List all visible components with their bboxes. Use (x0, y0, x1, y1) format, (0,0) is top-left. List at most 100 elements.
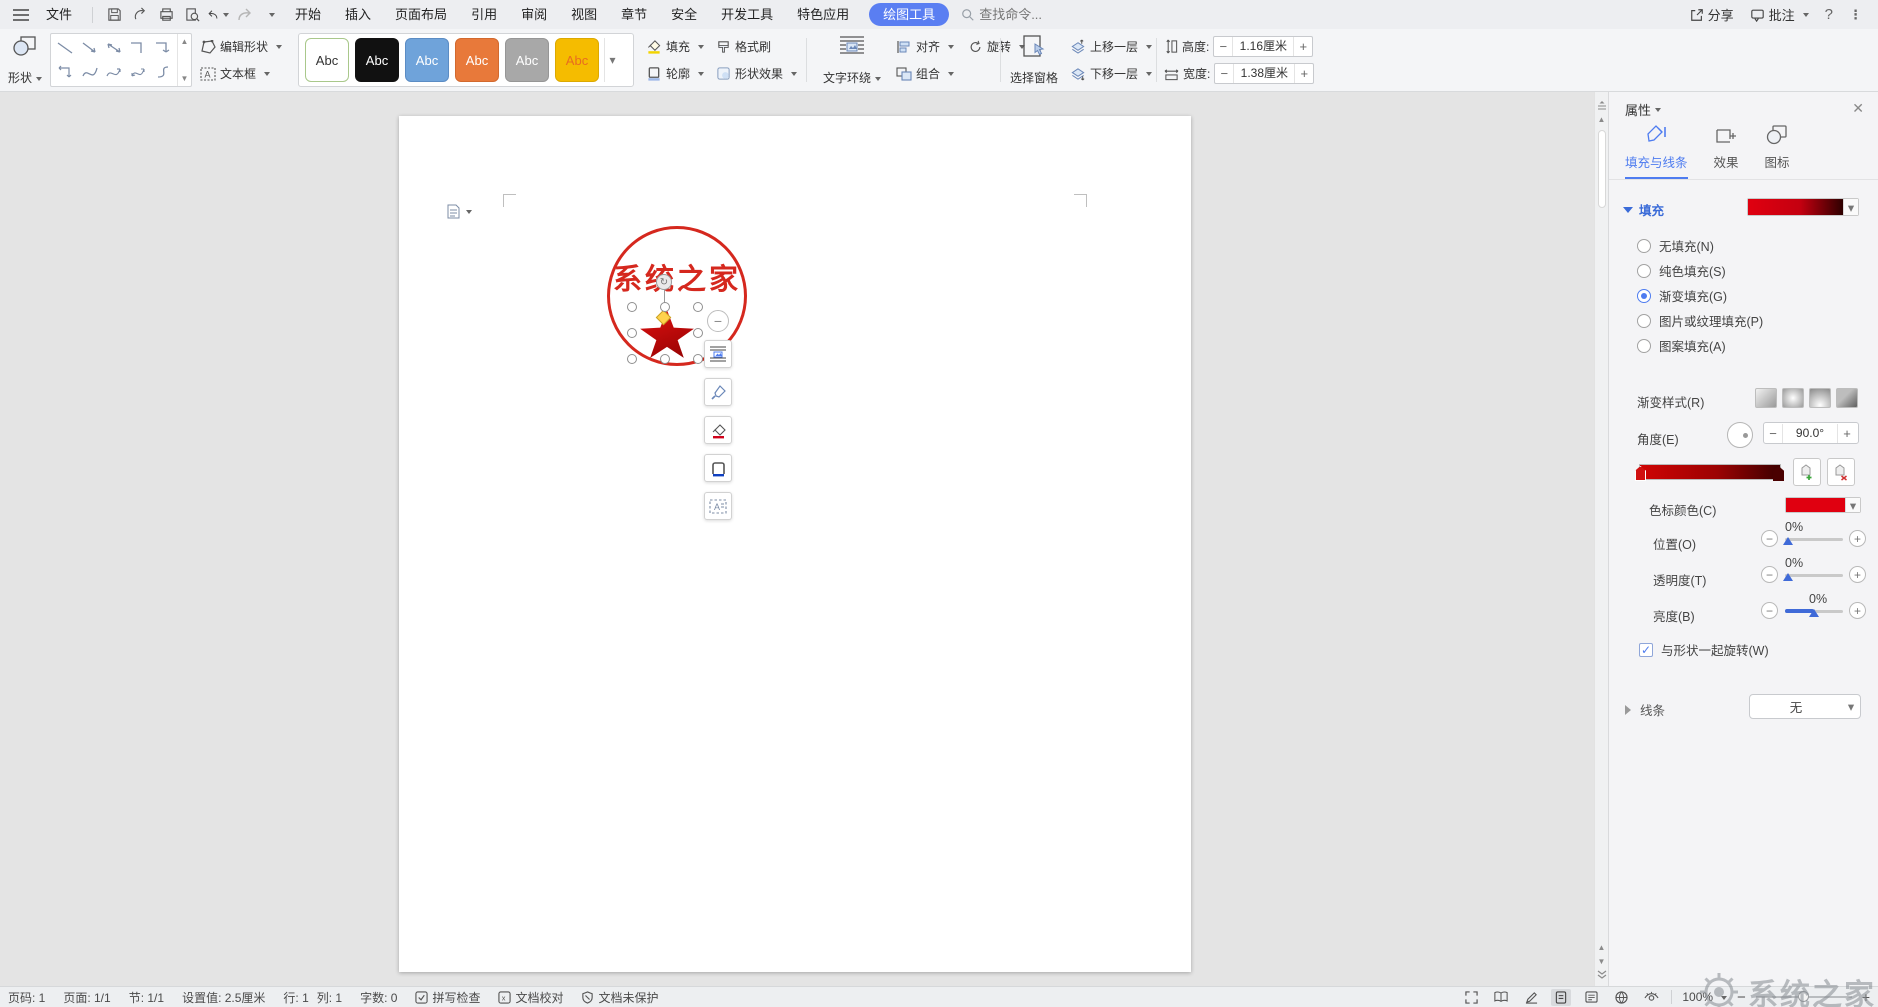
tab-drawing-tools-active[interactable]: 绘图工具 (869, 3, 949, 26)
angle-increase-button[interactable]: + (1838, 424, 1856, 443)
height-value[interactable]: 1.16厘米 (1232, 37, 1294, 56)
fill-section-header[interactable]: 填充 (1623, 200, 1664, 219)
save-icon[interactable] (103, 5, 125, 25)
status-line[interactable]: 行: 1 (283, 989, 308, 1006)
export-icon[interactable] (129, 5, 151, 25)
close-icon[interactable]: ✕ (1852, 100, 1864, 117)
quick-style-button[interactable] (704, 378, 732, 406)
gallery-scroll-down-icon[interactable]: ▼ (181, 74, 189, 83)
scroll-up-icon[interactable]: ▲ (1596, 112, 1608, 126)
ribbon-collapse-icon[interactable] (1596, 98, 1608, 112)
send-backward-button[interactable]: 下移一层 (1070, 62, 1152, 85)
shape-elbow-double-thumb[interactable] (53, 60, 77, 84)
remove-gradient-stop-button[interactable] (1827, 458, 1855, 486)
scrollbar-thumb[interactable] (1598, 130, 1606, 208)
width-increase-button[interactable]: + (1295, 64, 1313, 83)
print-preview-icon[interactable] (181, 5, 203, 25)
gradient-style-rect[interactable] (1809, 388, 1831, 408)
quick-textbox-button[interactable]: A (704, 492, 732, 520)
add-gradient-stop-button[interactable] (1793, 458, 1821, 486)
transparency-decrease-button[interactable]: − (1761, 566, 1778, 583)
more-icon[interactable]: ⋮ (1849, 7, 1862, 23)
line-section-header[interactable]: 线条 (1623, 700, 1665, 719)
tab-home[interactable]: 开始 (283, 0, 333, 29)
position-increase-button[interactable]: + (1849, 530, 1866, 547)
shape-arrow-thumb[interactable] (77, 36, 101, 60)
zoom-level[interactable]: 100% (1682, 990, 1727, 1004)
shape-double-arrow-thumb[interactable] (102, 36, 126, 60)
tab-section[interactable]: 章节 (609, 0, 659, 29)
position-decrease-button[interactable]: − (1761, 530, 1778, 547)
share-button[interactable]: 分享 (1690, 5, 1734, 24)
print-icon[interactable] (155, 5, 177, 25)
status-section[interactable]: 节: 1/1 (129, 989, 164, 1006)
fill-button[interactable]: 填充 (646, 35, 704, 58)
height-decrease-button[interactable]: − (1214, 37, 1232, 56)
radio-no-fill[interactable]: 无填充(N) (1637, 236, 1714, 255)
radio-picture-fill[interactable]: 图片或纹理填充(P) (1637, 311, 1763, 330)
collapse-mini-toolbar-button[interactable]: − (707, 310, 729, 332)
angle-value[interactable]: 90.0° (1782, 424, 1838, 443)
tab-dev-tools[interactable]: 开发工具 (709, 0, 785, 29)
status-page-number[interactable]: 页码: 1 (8, 989, 45, 1006)
undo-caret[interactable] (223, 13, 229, 20)
format-painter-button[interactable]: 格式刷 (716, 35, 797, 58)
resize-handle-n[interactable] (660, 302, 670, 312)
radio-gradient-fill[interactable]: 渐变填充(G) (1637, 286, 1727, 305)
outline-button[interactable]: 轮廓 (646, 62, 704, 85)
stop-color-swatch[interactable]: ▾ (1785, 497, 1861, 513)
edit-shape-button[interactable]: 编辑形状 (200, 35, 282, 58)
width-value[interactable]: 1.38厘米 (1233, 64, 1295, 83)
rotate-with-shape-checkbox[interactable]: ✓ 与形状一起旋转(W) (1639, 640, 1769, 659)
radio-pattern-fill[interactable]: 图案填充(A) (1637, 336, 1726, 355)
file-menu[interactable]: 文件 (34, 0, 84, 29)
shape-s-curve-thumb[interactable] (151, 60, 175, 84)
text-box-button[interactable]: A 文本框 (200, 62, 282, 85)
resize-handle-e[interactable] (693, 328, 703, 338)
resize-handle-s[interactable] (660, 354, 670, 364)
align-button[interactable]: 对齐 (896, 35, 954, 58)
shape-line-thumb[interactable] (53, 36, 77, 60)
tab-security[interactable]: 安全 (659, 0, 709, 29)
book-view-icon[interactable] (1491, 989, 1511, 1006)
width-decrease-button[interactable]: − (1215, 64, 1233, 83)
tab-references[interactable]: 引用 (459, 0, 509, 29)
shape-elbow-thumb[interactable] (126, 36, 150, 60)
shape-curve-arrow-thumb[interactable] (102, 60, 126, 84)
zoom-slider[interactable] (1756, 996, 1852, 998)
panel-title[interactable]: 属性 (1625, 100, 1661, 119)
gallery-scroll-up-icon[interactable]: ▲ (181, 37, 189, 46)
customize-qat-icon[interactable] (259, 5, 281, 25)
bring-forward-button[interactable]: 上移一层 (1070, 35, 1152, 58)
selection-pane-button[interactable]: 选择窗格 (1006, 34, 1062, 86)
stop-color-dropdown-icon[interactable]: ▾ (1845, 498, 1860, 512)
shape-curve-thumb[interactable] (77, 60, 101, 84)
shape-effects-button[interactable]: 形状效果 (716, 62, 797, 85)
resize-handle-ne[interactable] (693, 302, 703, 312)
rotate-handle[interactable]: ↻ (656, 274, 672, 290)
shapes-button[interactable]: 形状 (8, 34, 42, 86)
eye-icon[interactable] (1641, 989, 1661, 1006)
style-swatch-2[interactable]: Abc (355, 38, 399, 82)
fill-color-swatch[interactable]: ▾ (1747, 198, 1859, 216)
comment-button[interactable]: 批注 (1750, 5, 1809, 24)
quick-fill-button[interactable] (704, 416, 732, 444)
line-style-dropdown[interactable]: 无 ▾ (1749, 694, 1861, 719)
status-word-count[interactable]: 字数: 0 (360, 989, 397, 1006)
spell-check-button[interactable]: 拼写检查 (415, 989, 480, 1006)
brightness-decrease-button[interactable]: − (1761, 602, 1778, 619)
fullscreen-icon[interactable] (1461, 989, 1481, 1006)
tab-fill-and-line[interactable]: 填充与线条 (1625, 122, 1688, 179)
next-page-icon[interactable] (1596, 968, 1608, 982)
zoom-out-icon[interactable]: − (1737, 989, 1746, 1006)
style-swatch-6[interactable]: Abc (555, 38, 599, 82)
gradient-style-radial[interactable] (1782, 388, 1804, 408)
resize-handle-sw[interactable] (627, 354, 637, 364)
proofread-button[interactable]: x 文档校对 (498, 989, 563, 1006)
style-swatch-5[interactable]: Abc (505, 38, 549, 82)
shape-curve-double-thumb[interactable] (126, 60, 150, 84)
quick-outline-button[interactable] (704, 454, 732, 482)
vertical-scrollbar[interactable]: ▲ ▲ ▼ (1594, 92, 1608, 986)
style-swatch-3[interactable]: Abc (405, 38, 449, 82)
text-wrap-button[interactable]: 文字环绕 (816, 34, 888, 86)
